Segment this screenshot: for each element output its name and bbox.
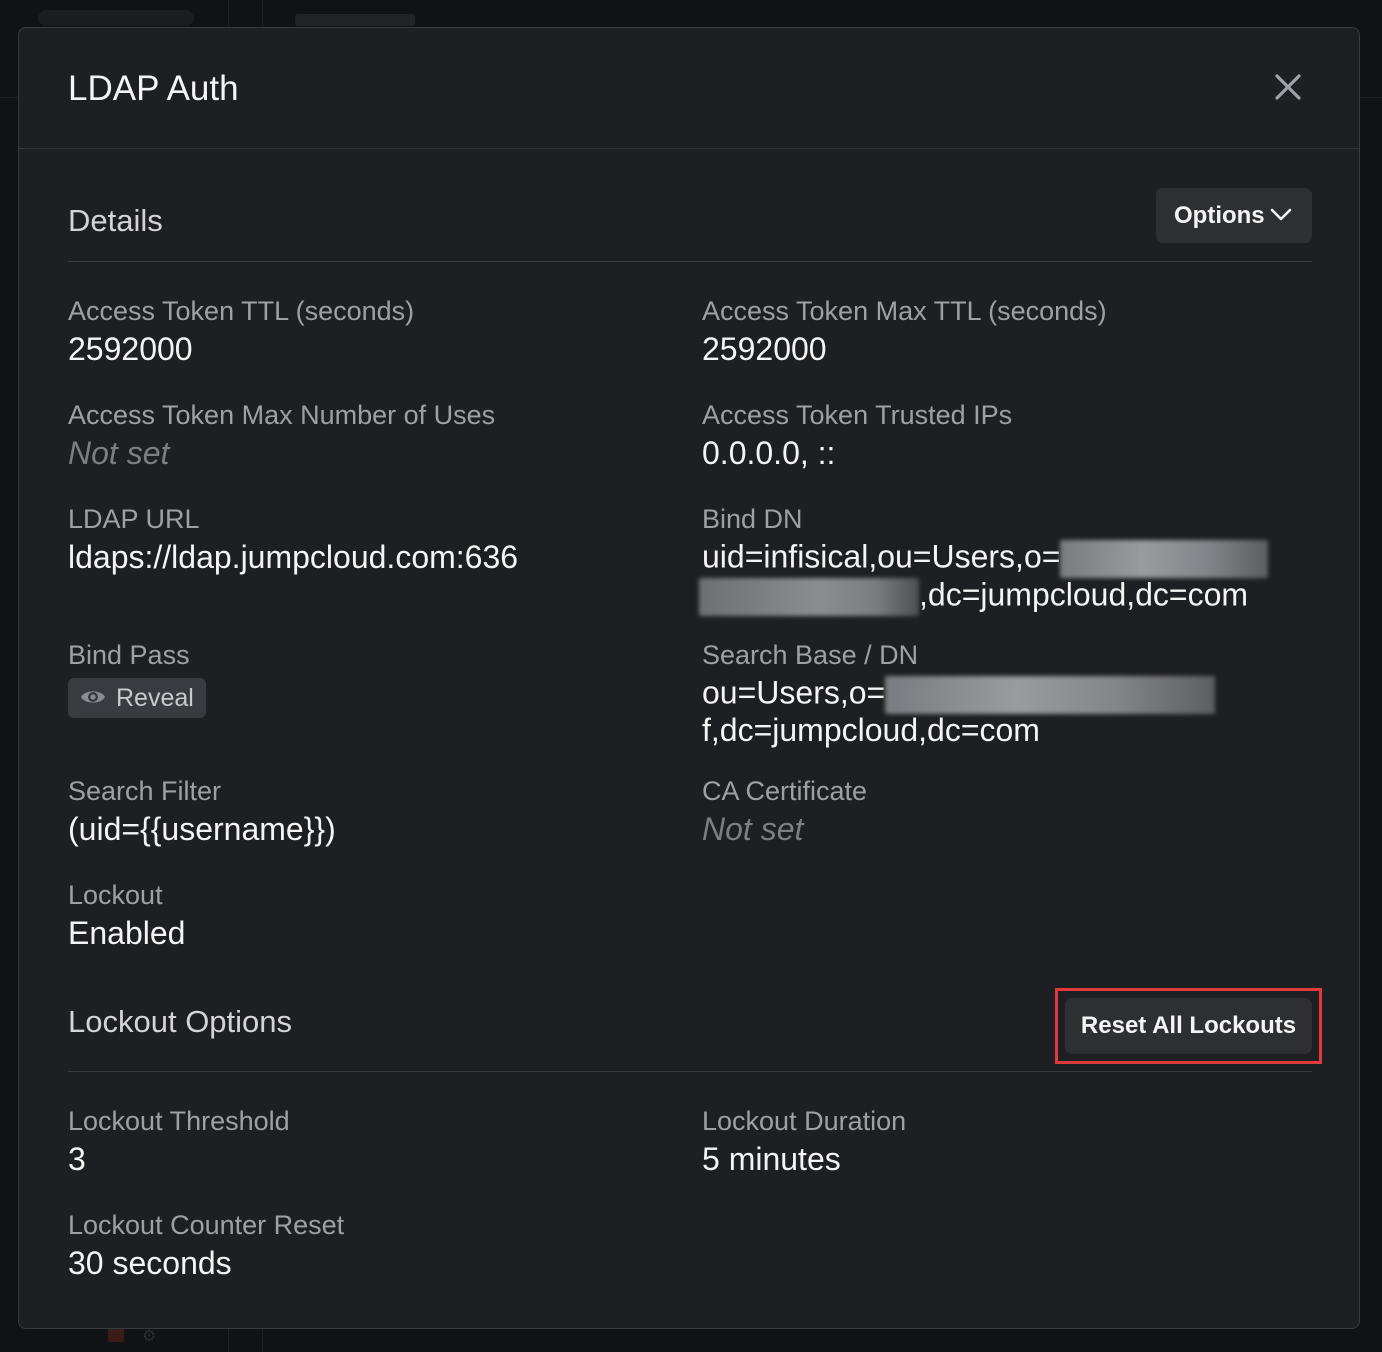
background-badge-icon xyxy=(108,1328,124,1342)
options-dropdown-button[interactable]: Options xyxy=(1156,188,1312,243)
close-icon xyxy=(1275,74,1301,100)
gear-icon: ⚙ xyxy=(142,1328,157,1345)
eye-icon xyxy=(81,691,105,704)
redacted-blur xyxy=(1060,540,1269,578)
field-label: Bind Pass xyxy=(68,640,190,670)
options-label: Options xyxy=(1174,202,1265,229)
lockout-options-title: Lockout Options xyxy=(68,1004,293,1039)
ldap-url-field: LDAP URL ldaps://ldap.jumpcloud.com:636 xyxy=(68,503,668,574)
access-token-ttl-field: Access Token TTL (seconds) 2592000 xyxy=(68,295,668,366)
modal-title: LDAP Auth xyxy=(68,69,239,108)
field-label: Access Token Max TTL (seconds) xyxy=(702,296,1107,326)
field-label: Lockout Counter Reset xyxy=(68,1210,345,1240)
lockout-duration-field: Lockout Duration 5 minutes xyxy=(702,1105,1302,1176)
field-value: ou=Users,o= f,dc=jumpcloud,dc=com xyxy=(702,676,1302,747)
field-value: Enabled xyxy=(68,915,186,951)
field-label: Lockout Threshold xyxy=(68,1106,290,1136)
field-label: Access Token TTL (seconds) xyxy=(68,296,415,326)
field-label: LDAP URL xyxy=(68,504,200,534)
field-value: 5 minutes xyxy=(702,1141,841,1177)
field-value: 30 seconds xyxy=(68,1245,232,1281)
details-section-header: Details Options xyxy=(68,188,1312,262)
ldap-auth-modal: LDAP Auth Details Options Access Token T… xyxy=(18,27,1360,1329)
search-base-line2: f,dc=jumpcloud,dc=com xyxy=(702,712,1040,748)
reveal-label: Reveal xyxy=(116,684,194,712)
access-token-max-uses-field: Access Token Max Number of Uses Not set xyxy=(68,399,668,470)
bind-dn-line2: ,dc=jumpcloud,dc=com xyxy=(919,576,1249,613)
bind-pass-field: Bind Pass Reveal xyxy=(68,639,668,718)
field-label: Search Filter xyxy=(68,776,222,806)
bind-dn-line1: uid=infisical,ou=Users,o= xyxy=(702,538,1061,575)
background-nav-pill xyxy=(38,10,194,26)
reveal-button[interactable]: Reveal xyxy=(68,678,206,718)
access-token-max-ttl-field: Access Token Max TTL (seconds) 2592000 xyxy=(702,295,1302,366)
field-label: Lockout Duration xyxy=(702,1106,907,1136)
field-label: CA Certificate xyxy=(702,776,868,806)
field-label: Lockout xyxy=(68,880,163,910)
redacted-blur xyxy=(699,578,919,616)
field-label: Access Token Trusted IPs xyxy=(702,400,1013,430)
field-label: Bind DN xyxy=(702,504,803,534)
chevron-down-icon xyxy=(1270,208,1292,221)
field-value: Not set xyxy=(68,435,170,471)
field-value: 2592000 xyxy=(702,331,827,367)
search-base-field: Search Base / DN ou=Users,o= f,dc=jumpcl… xyxy=(702,639,1302,747)
background-page-title xyxy=(295,14,415,26)
redacted-blur xyxy=(885,676,1216,714)
field-value: 0.0.0.0, :: xyxy=(702,435,836,471)
details-title: Details xyxy=(68,203,163,238)
field-label: Access Token Max Number of Uses xyxy=(68,400,496,430)
close-button[interactable] xyxy=(1271,70,1305,104)
field-value: 2592000 xyxy=(68,331,193,367)
reset-all-lockouts-button[interactable]: Reset All Lockouts xyxy=(1065,998,1312,1054)
field-value: uid=infisical,ou=Users,o= ,dc=jumpcloud,… xyxy=(699,538,1302,616)
field-value: Not set xyxy=(702,811,804,847)
lockout-field: Lockout Enabled xyxy=(68,879,668,950)
search-base-line1: ou=Users,o= xyxy=(702,674,886,711)
ca-certificate-field: CA Certificate Not set xyxy=(702,775,1302,846)
background-icons: ⚙ xyxy=(108,1328,164,1345)
bind-dn-field: Bind DN uid=infisical,ou=Users,o= ,dc=ju… xyxy=(699,503,1302,616)
field-value: (uid={{username}}) xyxy=(68,811,336,847)
lockout-threshold-field: Lockout Threshold 3 xyxy=(68,1105,668,1176)
search-filter-field: Search Filter (uid={{username}}) xyxy=(68,775,668,846)
modal-header: LDAP Auth xyxy=(19,28,1359,149)
field-value: 3 xyxy=(68,1141,86,1177)
access-token-trusted-ips-field: Access Token Trusted IPs 0.0.0.0, :: xyxy=(702,399,1302,470)
field-label: Search Base / DN xyxy=(702,640,919,670)
field-value: ldaps://ldap.jumpcloud.com:636 xyxy=(68,539,519,575)
lockout-counter-reset-field: Lockout Counter Reset 30 seconds xyxy=(68,1209,668,1280)
